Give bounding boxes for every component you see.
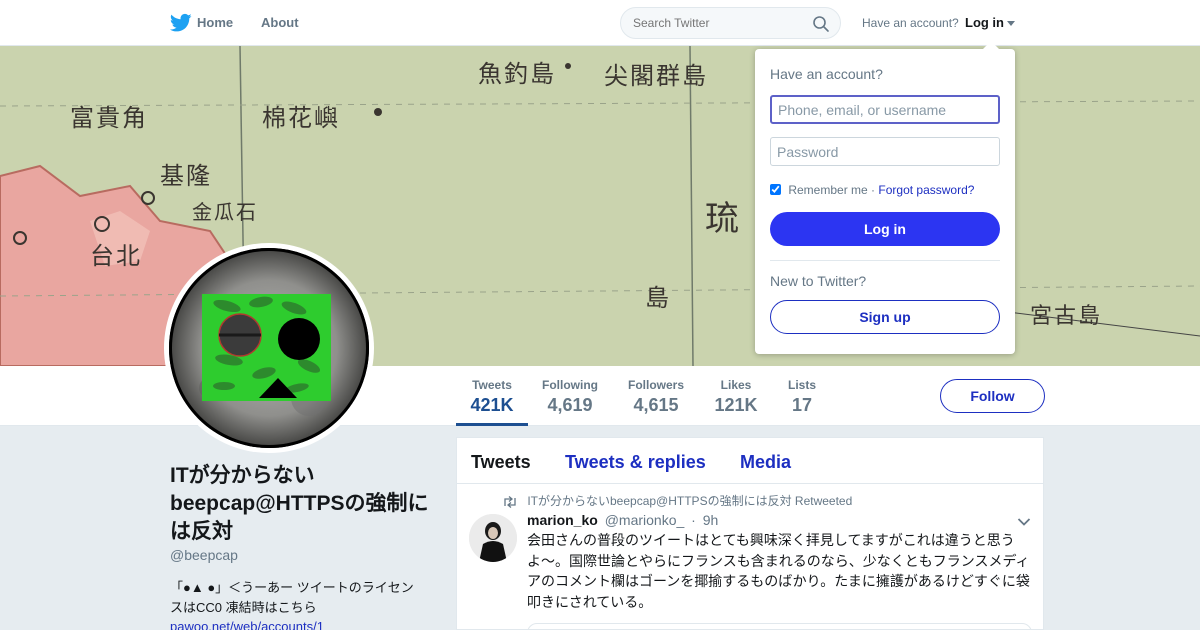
tab-tweets[interactable]: Tweets	[471, 452, 531, 473]
remember-me-checkbox[interactable]	[770, 184, 781, 195]
login-dropdown-title: Have an account?	[770, 66, 883, 82]
tweet-text: 会田さんの普段のツイートはとても興味深く拝見してますがこれは違うと思うよ〜。国際…	[527, 532, 1030, 610]
login-button[interactable]: Log in	[770, 212, 1000, 246]
username-field[interactable]	[770, 95, 1000, 124]
tweet-header: marion_ko @marionko_ · 9h	[527, 512, 718, 528]
caret-down-icon	[1007, 21, 1015, 27]
search-input[interactable]	[633, 16, 803, 30]
dropdown-pointer	[983, 41, 999, 49]
banner-map-label: 宮古島	[1030, 304, 1103, 329]
tab-media[interactable]: Media	[740, 452, 791, 473]
banner-map-label: 島	[645, 284, 671, 312]
stat-likes[interactable]: Likes 121K	[712, 378, 760, 416]
stat-value: 121K	[714, 395, 758, 415]
retweet-context-text: ITが分からないbeepcap@HTTPSの強制には反対 Retweeted	[527, 494, 853, 508]
banner-map-label: 魚釣島	[478, 60, 556, 88]
search-box	[620, 7, 841, 39]
have-account-text: Have an account?	[862, 16, 959, 30]
tab-tweets-and-replies[interactable]: Tweets & replies	[565, 452, 706, 473]
tweet-author-photo	[469, 514, 517, 562]
new-to-twitter-text: New to Twitter?	[770, 273, 867, 289]
retweet-icon	[504, 495, 516, 508]
stat-value: 17	[791, 395, 813, 415]
stat-label: Followers	[627, 378, 684, 392]
stat-label: Tweets	[472, 378, 512, 392]
banner-map-label: 琉	[705, 199, 741, 239]
stat-following[interactable]: Following 4,619	[540, 378, 600, 416]
banner-map-label: 金瓜石	[192, 200, 258, 224]
remember-me-label: Remember me	[788, 183, 868, 197]
forgot-password-link[interactable]: Forgot password?	[878, 183, 974, 197]
quoted-tweet-card[interactable]	[527, 623, 1032, 630]
banner-map-label: 台北	[90, 242, 142, 270]
banner-map-label: 基隆	[160, 162, 212, 190]
chevron-down-icon[interactable]	[1017, 517, 1031, 527]
login-link-label: Log in	[965, 15, 1004, 30]
stat-label: Likes	[720, 378, 752, 392]
stat-lists[interactable]: Lists 17	[786, 378, 818, 416]
moon-face-avatar-image	[169, 248, 369, 448]
timeline: Tweets Tweets & replies Media ITが分からないbe…	[456, 437, 1044, 630]
profile-handle: @beepcap	[170, 547, 238, 563]
login-dropdown-toggle[interactable]: Log in	[965, 15, 1015, 30]
profile-bio-link[interactable]: pawoo.net/web/accounts/1	[170, 619, 324, 630]
profile-avatar[interactable]	[164, 243, 374, 453]
tweet-author-name[interactable]: marion_ko	[527, 512, 598, 528]
banner-map-label: 棉花嶼	[262, 104, 340, 132]
login-dropdown: Have an account? Remember me · Forgot pa…	[755, 41, 1015, 354]
profile-bio: 「●▲ ●」＜うーあー ツイートのライセンスはCC0 凍結時はこちら	[170, 580, 414, 615]
tweet-author-handle[interactable]: @marionko_	[605, 512, 685, 528]
remember-me-row: Remember me · Forgot password?	[770, 183, 974, 197]
avatar-image	[169, 248, 369, 448]
banner-map-label: 富貴角	[70, 104, 148, 132]
nav-about-link[interactable]: About	[261, 15, 299, 30]
remember-separator: ·	[871, 183, 876, 197]
tweet-author-avatar[interactable]	[469, 514, 517, 562]
top-navigation-bar: Home About Have an account? Log in	[0, 0, 1200, 46]
tweet-separator: ·	[691, 512, 696, 528]
tweet-timestamp[interactable]: 9h	[703, 512, 719, 528]
stat-followers[interactable]: Followers 4,615	[626, 378, 686, 416]
dropdown-divider	[770, 260, 1000, 261]
twitter-bird-icon[interactable]	[170, 13, 192, 33]
signup-button[interactable]: Sign up	[770, 300, 1000, 334]
nav-home-link[interactable]: Home	[197, 15, 233, 30]
stat-value: 4,615	[633, 395, 679, 415]
follow-button[interactable]: Follow	[940, 379, 1045, 413]
stat-label: Following	[542, 378, 598, 392]
password-field[interactable]	[770, 137, 1000, 166]
stat-value: 421K	[470, 395, 514, 415]
stat-label: Lists	[787, 378, 816, 392]
active-stat-underline	[456, 423, 528, 426]
search-icon[interactable]	[812, 15, 830, 33]
stat-tweets[interactable]: Tweets 421K	[466, 378, 518, 416]
timeline-tabs: Tweets Tweets & replies Media	[457, 438, 1043, 484]
retweet-context: ITが分からないbeepcap@HTTPSの強制には反対 Retweeted	[502, 492, 852, 509]
profile-display-name: ITが分からない beepcap@HTTPSの強制には反対	[170, 464, 429, 543]
banner-map-label: 尖閣群島	[604, 62, 708, 90]
stat-value: 4,619	[547, 395, 593, 415]
